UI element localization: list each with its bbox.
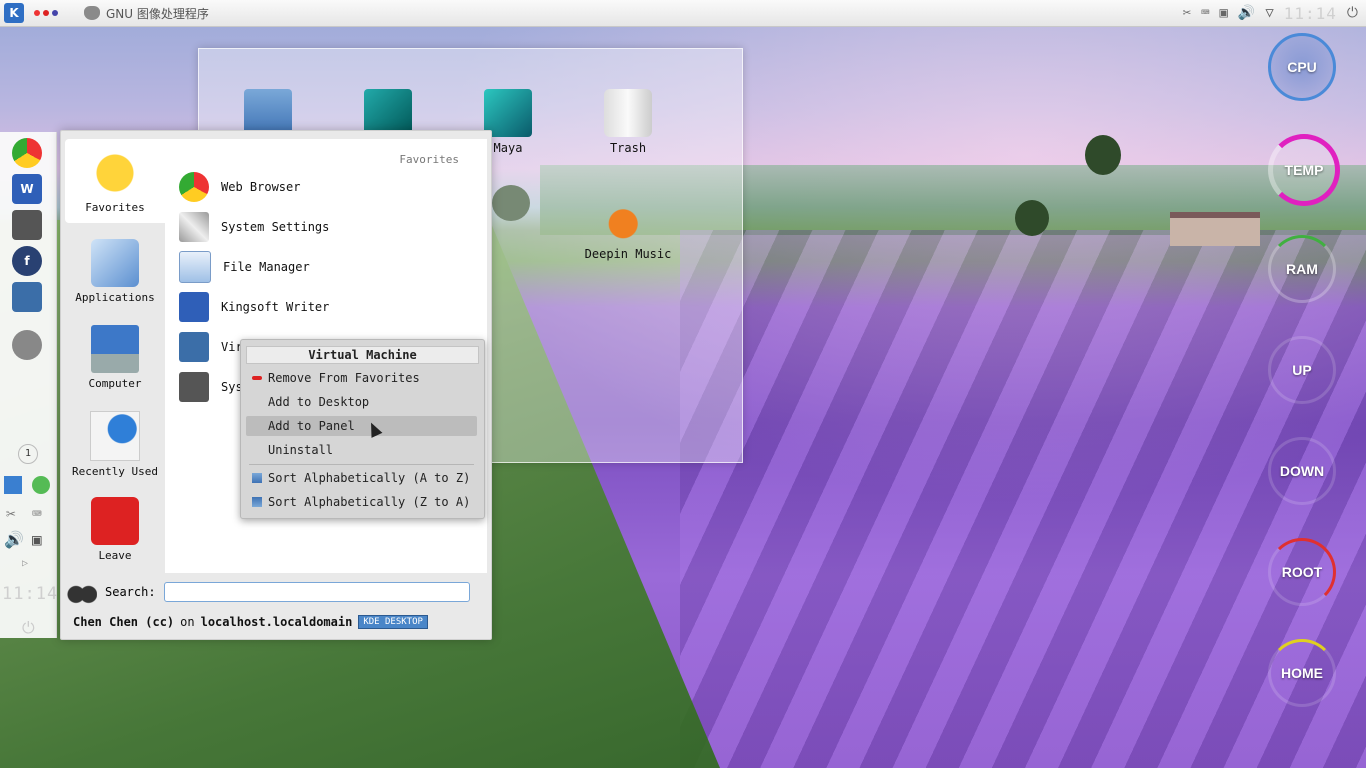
tab-applications[interactable]: Applications [65, 229, 165, 313]
gimp-icon[interactable] [12, 330, 42, 360]
favorite-kingsoft-writer[interactable]: Kingsoft Writer [179, 287, 479, 327]
fedora-icon[interactable]: f [12, 246, 42, 276]
menu-separator [249, 464, 474, 465]
menu-item-sort-a-to-z[interactable]: Sort Alphabetically (A to Z) [246, 468, 477, 488]
keyboard-icon[interactable]: ⌨ [32, 504, 42, 523]
background-tree [1015, 200, 1049, 236]
hostname: localhost.localdomain [200, 615, 353, 629]
background-house [1170, 212, 1260, 246]
menu-item-add-to-desktop[interactable]: Add to Desktop [246, 392, 477, 412]
top-panel: K GNU 图像处理程序 ✂ ⌨ ▣ 🔊 ▽ 11:14 ⏻ [0, 0, 1366, 27]
tab-computer[interactable]: Computer [65, 315, 165, 399]
gauge-root[interactable]: ROOT [1268, 538, 1336, 606]
search-label: Search: [105, 585, 156, 599]
chrome-icon[interactable] [12, 138, 42, 168]
taskbar-gimp-task[interactable]: GNU 图像处理程序 [84, 5, 209, 22]
power-icon[interactable]: ⏻ [1347, 5, 1358, 21]
tab-favorites[interactable]: Favorites [65, 139, 165, 223]
menu-item-remove-from-favorites[interactable]: Remove From Favorites [246, 368, 477, 388]
gimp-icon [84, 6, 100, 20]
scissors-icon[interactable]: ✂ [6, 504, 16, 523]
search-input[interactable] [163, 582, 470, 602]
volume-icon[interactable]: 🔊 [4, 530, 24, 549]
music-note-icon [604, 195, 652, 243]
virtualbox-icon [179, 332, 209, 362]
gauge-down[interactable]: DOWN [1268, 437, 1336, 505]
file-manager-icon [179, 251, 211, 283]
power-icon[interactable]: ⏻ [22, 618, 35, 638]
red-dot-icon [34, 10, 40, 16]
kingsoft-writer-icon [179, 292, 209, 322]
binoculars-icon [67, 580, 97, 604]
gauge-temp[interactable]: TEMP [1268, 134, 1340, 206]
chevron-down-icon[interactable]: ▽ [1265, 5, 1273, 21]
network-status-icon[interactable] [32, 476, 50, 494]
top-clock[interactable]: 11:14 [1284, 4, 1337, 23]
dock-clock[interactable]: 11:14 [2, 584, 58, 604]
trash-icon [604, 89, 652, 137]
window-dots[interactable] [34, 10, 58, 16]
desktop-icon-deepin-music[interactable]: Deepin Music [583, 195, 673, 261]
user-info: Chen Chen (cc) on localhost.localdomain … [73, 615, 428, 629]
context-menu: Virtual Machine Remove From Favorites Ad… [240, 339, 485, 519]
user-name: Chen Chen (cc) [73, 615, 175, 629]
menu-item-add-to-panel[interactable]: Add to Panel [246, 416, 477, 436]
network-icon[interactable] [4, 476, 22, 494]
virtual-desktop-counter[interactable]: 1 [18, 444, 38, 464]
tab-recently-used[interactable]: Recently Used [65, 401, 165, 485]
system-monitor-icon [179, 372, 209, 402]
favorites-header: Favorites [399, 153, 459, 166]
blue-dot-icon [52, 10, 58, 16]
gauge-up[interactable]: UP [1268, 336, 1336, 404]
device-icon[interactable]: ▣ [32, 530, 42, 549]
applications-icon [91, 239, 139, 287]
search-row: Search: [67, 577, 487, 607]
background-tree [1085, 135, 1121, 175]
user-on: on [180, 615, 195, 629]
gauge-home[interactable]: HOME [1268, 639, 1336, 707]
kde-menu-button[interactable]: K [4, 3, 24, 23]
favorite-web-browser[interactable]: Web Browser [179, 167, 479, 207]
background-lavender-rows [680, 230, 1366, 768]
system-tray: ✂ ⌨ ▣ 🔊 ▽ 11:14 ⏻ [1183, 0, 1358, 26]
sort-ascending-icon [252, 473, 262, 483]
virtualbox-icon[interactable] [12, 282, 42, 312]
gauge-cpu[interactable]: CPU [1268, 33, 1336, 101]
tab-leave[interactable]: Leave [65, 487, 165, 571]
favorite-file-manager[interactable]: File Manager [179, 247, 479, 287]
red-dot-icon [43, 10, 49, 16]
tools-icon [179, 212, 209, 242]
launcher-tabs: Favorites Applications Computer Recently… [61, 139, 165, 579]
gauge-ram[interactable]: RAM [1268, 235, 1336, 303]
left-dock: W f 1 ✂ ⌨ 🔊 ▣ ▷ 11:14 ⏻ [0, 132, 57, 638]
task-title: GNU 图像处理程序 [106, 6, 209, 21]
power-icon [91, 497, 139, 545]
context-menu-title: Virtual Machine [246, 346, 479, 364]
laptop-icon [91, 325, 139, 373]
keyboard-icon[interactable]: ⌨ [1201, 5, 1209, 21]
volume-icon[interactable]: 🔊 [1238, 5, 1255, 21]
chrome-icon [179, 172, 209, 202]
kde-desktop-badge: KDE DESKTOP [358, 615, 428, 629]
chevron-right-icon[interactable]: ▷ [22, 558, 28, 569]
system-monitor-icon[interactable] [12, 210, 42, 240]
device-icon[interactable]: ▣ [1219, 5, 1227, 21]
sort-descending-icon [252, 497, 262, 507]
scissors-icon[interactable]: ✂ [1183, 5, 1191, 21]
star-icon [91, 149, 139, 197]
menu-item-uninstall[interactable]: Uninstall [246, 440, 477, 460]
menu-item-sort-z-to-a[interactable]: Sort Alphabetically (Z to A) [246, 492, 477, 512]
clock-icon [90, 411, 140, 461]
desktop-icon-trash[interactable]: Trash [583, 89, 673, 155]
favorite-system-settings[interactable]: System Settings [179, 207, 479, 247]
kingsoft-writer-icon[interactable]: W [12, 174, 42, 204]
minus-icon [252, 376, 262, 380]
